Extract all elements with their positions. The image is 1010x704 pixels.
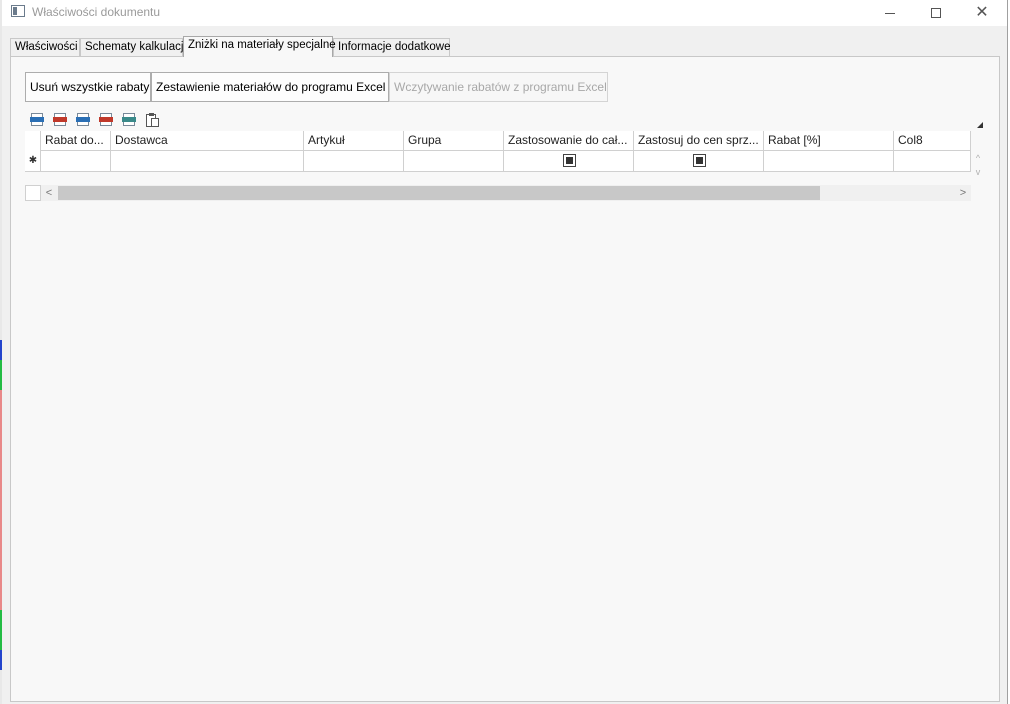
window-app-icon bbox=[11, 5, 25, 17]
scroll-corner bbox=[25, 185, 41, 201]
tab-wlasciwosci[interactable]: Właściwości bbox=[10, 38, 80, 56]
row-header-new[interactable]: ✱ bbox=[25, 151, 41, 171]
table-row-new[interactable]: ✱ bbox=[25, 151, 971, 172]
window-content: Właściwości Schematy kalkulacji Zniżki n… bbox=[2, 26, 1007, 704]
horizontal-scroll-thumb[interactable] bbox=[58, 186, 820, 200]
export-pdf-icon[interactable] bbox=[53, 113, 67, 127]
export-materials-excel-button[interactable]: Zestawienie materiałów do programu Excel bbox=[151, 72, 389, 102]
cell-zastosowanie[interactable] bbox=[504, 151, 634, 171]
clipboard-icon[interactable] bbox=[146, 113, 160, 127]
tab-schematy-kalkulacji[interactable]: Schematy kalkulacji bbox=[80, 38, 186, 56]
cell-grupa[interactable] bbox=[404, 151, 504, 171]
close-icon: ✕ bbox=[975, 4, 989, 21]
grid-header-row: Rabat do... Dostawca Artykuł Grupa Zasto… bbox=[25, 131, 971, 151]
scroll-right-icon[interactable]: > bbox=[955, 185, 971, 201]
tab-informacje-dodatkowe[interactable]: Informacje dodatkowe bbox=[333, 38, 451, 56]
scroll-left-icon[interactable]: < bbox=[41, 185, 57, 201]
cell-rabat-procent[interactable] bbox=[764, 151, 894, 171]
column-header-grupa[interactable]: Grupa bbox=[404, 131, 504, 151]
minimize-button[interactable] bbox=[867, 0, 913, 26]
horizontal-scrollbar[interactable]: < > bbox=[41, 185, 971, 201]
cell-rabat-do[interactable] bbox=[41, 151, 111, 171]
column-header-dostawca[interactable]: Dostawca bbox=[111, 131, 304, 151]
zastosuj-do-cen-checkbox[interactable] bbox=[693, 154, 706, 167]
import-discounts-excel-button[interactable]: Wczytywanie rabatów z programu Excel bbox=[389, 72, 608, 102]
column-header-artykul[interactable]: Artykuł bbox=[304, 131, 404, 151]
scroll-up-icon[interactable]: ^ bbox=[971, 151, 985, 165]
export-csv-icon[interactable] bbox=[30, 113, 44, 127]
scroll-down-icon[interactable]: v bbox=[971, 165, 985, 179]
close-button[interactable]: ✕ bbox=[959, 0, 1005, 26]
cell-col8[interactable] bbox=[894, 151, 971, 171]
tab-panel-discounts: Usuń wszystkie rabaty Zestawienie materi… bbox=[10, 56, 1000, 702]
column-header-zastosuj-do-cen[interactable]: Zastosuj do cen sprz... bbox=[634, 131, 764, 151]
maximize-icon bbox=[931, 8, 941, 18]
new-row-marker-icon: ✱ bbox=[28, 155, 38, 166]
cell-dostawca[interactable] bbox=[111, 151, 304, 171]
export-xlsx-icon[interactable] bbox=[122, 113, 136, 127]
column-header-rabat-procent[interactable]: Rabat [%] bbox=[764, 131, 894, 151]
document-properties-window: Właściwości dokumentu ✕ Właściwości Sche… bbox=[2, 0, 1008, 704]
export-xls-icon[interactable] bbox=[99, 113, 113, 127]
zastosowanie-checkbox[interactable] bbox=[563, 154, 576, 167]
cell-artykul[interactable] bbox=[304, 151, 404, 171]
column-header-col8[interactable]: Col8 bbox=[894, 131, 971, 151]
export-doc-icon[interactable] bbox=[76, 113, 90, 127]
row-header-corner[interactable] bbox=[25, 131, 41, 151]
cell-zastosuj-do-cen[interactable] bbox=[634, 151, 764, 171]
column-header-rabat-do[interactable]: Rabat do... bbox=[41, 131, 111, 151]
vertical-scrollbar[interactable]: ^ v bbox=[971, 151, 985, 183]
tab-znizki-na-materialy-specjalne[interactable]: Zniżki na materiały specjalne bbox=[183, 36, 336, 57]
window-title: Właściwości dokumentu bbox=[32, 5, 161, 19]
column-chooser-triangle-icon[interactable] bbox=[977, 122, 983, 128]
minimize-icon bbox=[885, 12, 895, 14]
column-header-zastosowanie[interactable]: Zastosowanie do cał... bbox=[504, 131, 634, 151]
remove-all-discounts-button[interactable]: Usuń wszystkie rabaty bbox=[25, 72, 151, 102]
maximize-button[interactable] bbox=[913, 0, 959, 26]
title-bar[interactable]: Właściwości dokumentu ✕ bbox=[2, 0, 1007, 26]
